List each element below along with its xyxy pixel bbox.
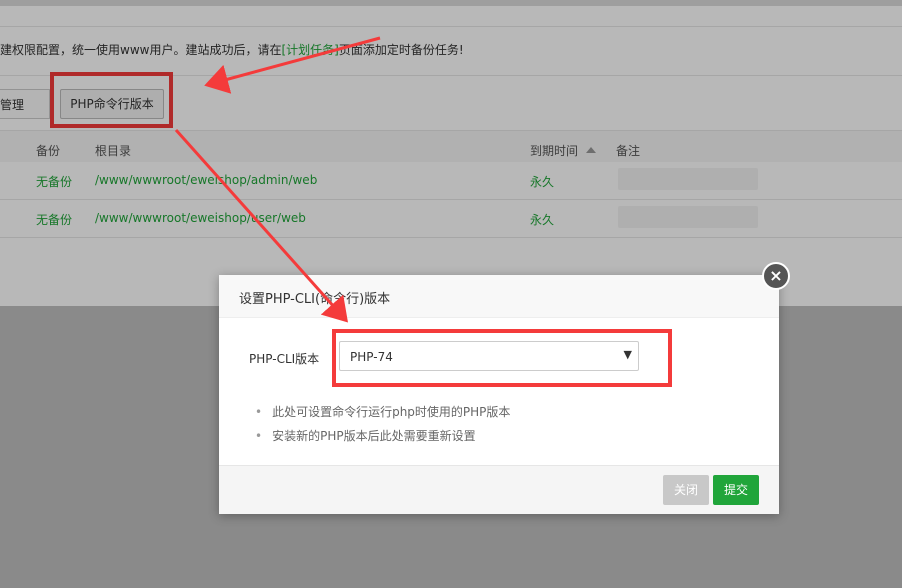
dialog-header: 设置PHP-CLI(命令行)版本 [219,275,779,318]
tip-item: 安装新的PHP版本后此处需要重新设置 [255,424,510,448]
tip-item: 此处可设置命令行运行php时使用的PHP版本 [255,400,510,424]
dialog-footer: 关闭 提交 [219,465,779,514]
close-icon[interactable]: × [762,262,790,290]
dialog-title: 设置PHP-CLI(命令行)版本 [239,292,391,307]
highlight-box-select [332,329,672,387]
php-cli-version-label: PHP-CLI版本 [249,352,320,366]
php-cli-dialog: 设置PHP-CLI(命令行)版本 × PHP-CLI版本 PHP-74 ▼ 此处… [219,262,790,514]
close-button[interactable]: 关闭 [663,475,709,505]
tips-list: 此处可设置命令行运行php时使用的PHP版本 安装新的PHP版本后此处需要重新设… [255,400,510,448]
submit-button[interactable]: 提交 [713,475,759,505]
